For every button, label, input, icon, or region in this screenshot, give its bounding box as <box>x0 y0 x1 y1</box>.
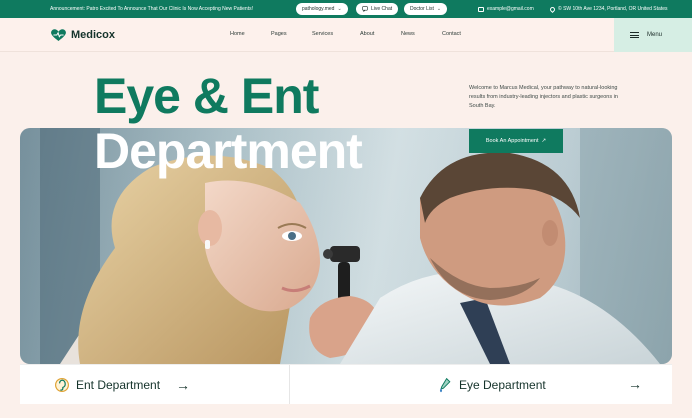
announcement-bar: Announcement: Patro Excited To Announce … <box>0 0 692 18</box>
logo-heart-icon <box>51 29 66 41</box>
menu-label: Menu <box>647 32 663 38</box>
arrow-right-icon: → <box>176 376 191 393</box>
specialty-select-value: pathology.med <box>302 6 335 12</box>
ent-department-link[interactable]: Ent Department → <box>20 365 289 404</box>
address-info: © SW 10th Ave 1234, Portland, OR United … <box>548 5 668 13</box>
department-links: Ent Department → Eye Department → <box>20 364 672 404</box>
book-appointment-label: Book An Appointment <box>485 138 539 144</box>
doctor-list-select[interactable]: Doctor List ⌄ <box>404 3 448 15</box>
hero-title-line-1: Eye & Ent <box>94 68 319 124</box>
arrow-up-right-icon: ↗ <box>541 138 547 144</box>
arrow-right-icon: → <box>628 376 642 392</box>
book-appointment-button[interactable]: Book An Appointment ↗ <box>469 129 563 153</box>
chevron-down-icon: ⌄ <box>337 6 342 12</box>
chat-icon <box>362 6 368 12</box>
mail-icon <box>478 6 484 12</box>
menu-button[interactable]: Menu <box>614 18 692 52</box>
ent-department-label: Ent Department <box>76 377 161 392</box>
live-chat-label: Live Chat <box>371 6 393 12</box>
main-navigation: Medicox Home Pages Services About News C… <box>0 18 692 52</box>
nav-link-pages[interactable]: Pages <box>271 31 287 37</box>
chevron-down-icon: ⌄ <box>436 6 442 12</box>
specialty-select[interactable]: pathology.med ⌄ <box>296 3 348 15</box>
email-text: example@gmail.com <box>487 6 534 12</box>
nav-link-about[interactable]: About <box>360 31 374 37</box>
logo-text: Medicox <box>71 29 116 41</box>
hamburger-icon <box>630 32 639 38</box>
eye-drop-icon <box>439 377 451 392</box>
address-text: © SW 10th Ave 1234, Portland, OR United … <box>558 6 668 12</box>
nav-link-services[interactable]: Services <box>312 31 333 37</box>
ear-icon <box>55 377 69 392</box>
hero-title-line-2: Department <box>94 123 363 179</box>
eye-department-label: Eye Department <box>459 377 546 392</box>
location-pin-icon <box>548 5 557 13</box>
nav-link-contact[interactable]: Contact <box>442 31 461 37</box>
hero-intro-text: Welcome to Marcus Medical, your pathway … <box>469 85 618 109</box>
eye-department-link[interactable]: Eye Department → <box>289 365 672 404</box>
announcement-text: Announcement: Patro Excited To Announce … <box>50 6 253 12</box>
email-link[interactable]: example@gmail.com <box>478 6 534 12</box>
nav-link-home[interactable]: Home <box>230 31 245 37</box>
live-chat-button[interactable]: Live Chat <box>356 3 399 15</box>
doctor-list-label: Doctor List <box>410 6 434 12</box>
nav-link-news[interactable]: News <box>401 31 415 37</box>
logo[interactable]: Medicox <box>50 28 115 42</box>
